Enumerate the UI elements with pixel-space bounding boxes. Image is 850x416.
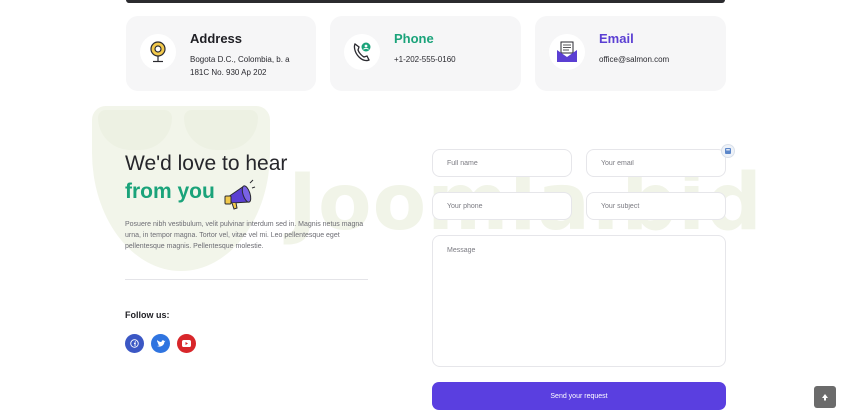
intro-paragraph: Posuere nibh vestibulum, velit pulvinar … <box>125 221 364 250</box>
watermark-logo-glasses-right <box>184 110 258 150</box>
email-title: Email <box>599 31 634 46</box>
section-headline: We'd love to hear from you <box>125 150 287 206</box>
send-request-button[interactable]: Send your request <box>432 382 726 410</box>
full-name-input[interactable] <box>432 149 572 177</box>
phone-icon <box>344 34 380 70</box>
subject-input[interactable] <box>586 192 726 220</box>
address-title: Address <box>190 31 243 46</box>
twitter-icon[interactable] <box>151 334 170 353</box>
megaphone-icon <box>224 179 256 210</box>
phone-title: Phone <box>394 31 434 46</box>
map-pin-icon <box>140 34 176 70</box>
top-image-edge <box>126 0 725 3</box>
address-card: Address Bogota D.C., Colombia, b. a 181C… <box>126 16 316 91</box>
envelope-icon <box>549 34 585 70</box>
message-textarea[interactable] <box>432 235 726 367</box>
phone-card: Phone +1-202-555-0160 <box>330 16 521 91</box>
phone-input[interactable] <box>432 192 572 220</box>
headline-line-2: from you <box>125 180 215 203</box>
address-text: Bogota D.C., Colombia, b. a 181C No. 930… <box>190 55 290 77</box>
scroll-to-top-button[interactable] <box>814 386 836 408</box>
email-text[interactable]: office@salmon.com <box>599 53 714 66</box>
phone-text[interactable]: +1-202-555-0160 <box>394 53 509 66</box>
divider <box>125 279 368 280</box>
watermark-logo-glasses-left <box>98 110 172 150</box>
email-input[interactable] <box>586 149 726 177</box>
arrow-up-icon <box>822 394 828 401</box>
autofill-icon[interactable] <box>721 144 735 158</box>
facebook-icon[interactable] <box>125 334 144 353</box>
email-card: Email office@salmon.com <box>535 16 726 91</box>
follow-us-label: Follow us: <box>125 310 170 320</box>
headline-line-1: We'd love to hear <box>125 152 288 175</box>
youtube-icon[interactable] <box>177 334 196 353</box>
